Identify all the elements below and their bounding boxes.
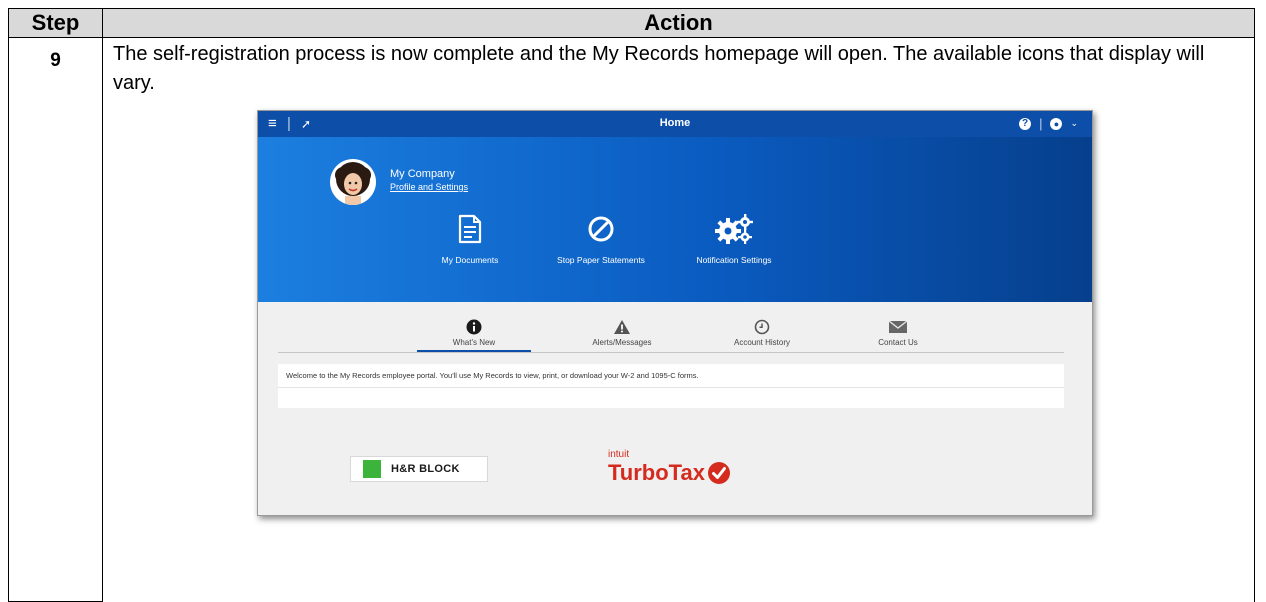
envelope-icon	[888, 320, 908, 333]
tab-bar: What's New Alerts/Messages Account Histo…	[278, 316, 1064, 353]
checkmark-icon	[707, 462, 730, 484]
prohibit-icon	[588, 216, 614, 242]
info-icon	[466, 319, 482, 335]
user-icon[interactable]: ●	[1050, 117, 1063, 130]
action-cell: The self-registration process is now com…	[102, 37, 1255, 602]
homepage-screenshot: ≡ | ➚ Home ? | ● ⌄ My Company Profile an…	[257, 110, 1093, 516]
tab-account-history[interactable]: Account History	[705, 316, 819, 347]
action-text: The self-registration process is now com…	[113, 43, 1205, 94]
clock-icon	[754, 319, 770, 335]
step-row: 9 The self-registration process is now c…	[8, 37, 1255, 602]
tile-label: My Documents	[441, 255, 499, 265]
tab-label: Account History	[733, 338, 791, 347]
tile-label: Notification Settings	[696, 255, 772, 265]
tab-contact-us[interactable]: Contact Us	[841, 316, 955, 347]
divider	[278, 387, 1064, 388]
action-header: Action	[102, 8, 1255, 38]
step-number: 9	[8, 37, 103, 602]
tab-alerts-messages[interactable]: Alerts/Messages	[565, 316, 679, 347]
document-icon	[458, 214, 482, 244]
tab-whats-new[interactable]: What's New	[417, 316, 531, 352]
gears-icon	[715, 214, 753, 244]
warning-icon	[614, 320, 630, 334]
avatar[interactable]	[330, 159, 376, 205]
instruction-table: Step Action 9 The self-registration proc…	[8, 8, 1255, 602]
top-right-icons: ? | ● ⌄	[1019, 116, 1078, 131]
turbotax-name: TurboTax	[608, 460, 705, 485]
help-icon[interactable]: ?	[1019, 117, 1032, 130]
turbotax-logo[interactable]: TurboTax	[608, 460, 731, 486]
notification-settings-tile[interactable]: Notification Settings	[669, 207, 799, 265]
stop-paper-statements-tile[interactable]: Stop Paper Statements	[536, 207, 666, 265]
welcome-panel: Welcome to the My Records employee porta…	[278, 364, 1064, 408]
profile-settings-link[interactable]: Profile and Settings	[390, 182, 468, 192]
tab-label: What's New	[452, 338, 496, 347]
top-bar: ≡ | ➚ Home ? | ● ⌄	[258, 111, 1092, 137]
intuit-wordmark: intuit	[608, 449, 630, 460]
step-header: Step	[8, 8, 103, 38]
welcome-message: Welcome to the My Records employee porta…	[286, 371, 699, 380]
page-title: Home	[659, 117, 691, 129]
chevron-down-icon[interactable]: ⌄	[1070, 118, 1078, 129]
hero-banner: My Company Profile and Settings My Docum…	[258, 137, 1092, 302]
divider: |	[1039, 116, 1043, 131]
company-name: My Company	[390, 168, 455, 180]
header-row: Step Action	[8, 8, 1255, 38]
my-documents-tile[interactable]: My Documents	[405, 207, 535, 265]
tile-label: Stop Paper Statements	[557, 255, 645, 265]
hrblock-logo[interactable]: H&R BLOCK	[350, 456, 488, 482]
tab-label: Alerts/Messages	[592, 338, 652, 347]
hrblock-name: H&R BLOCK	[391, 463, 460, 475]
hrblock-square-icon	[363, 460, 381, 478]
tab-label: Contact Us	[878, 338, 918, 347]
